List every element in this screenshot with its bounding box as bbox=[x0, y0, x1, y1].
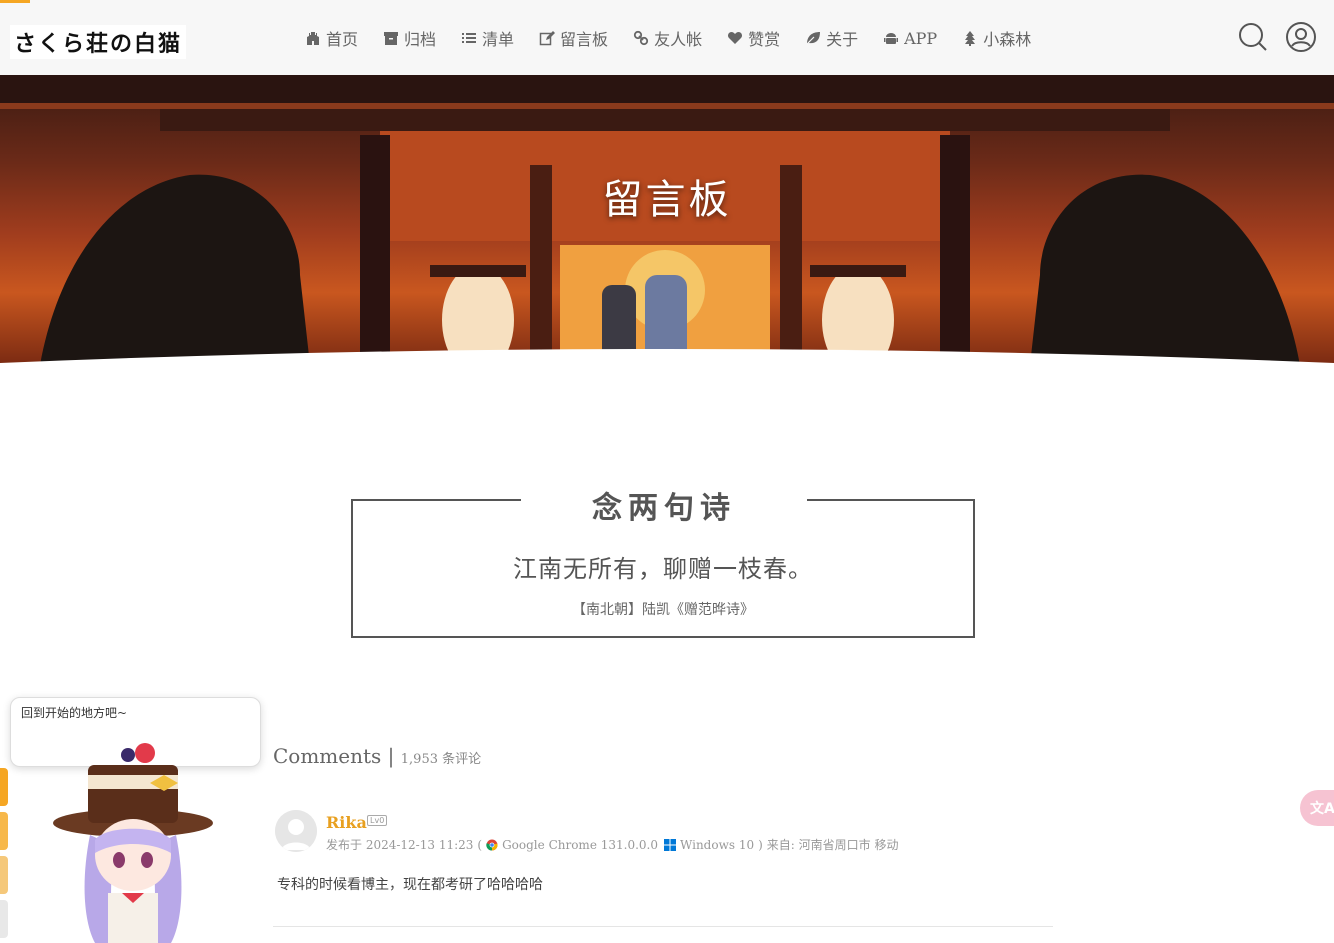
heart-icon bbox=[727, 30, 743, 46]
link-icon bbox=[633, 30, 649, 46]
comment-location: 来自: 河南省周口市 移动 bbox=[766, 838, 899, 852]
windows-icon bbox=[663, 838, 676, 851]
comment-date: 发布于 2024-12-13 11:23 bbox=[326, 838, 474, 852]
poem-box: 念两句诗 江南无所有，聊赠一枝春。 【南北朝】陆凯《赠范晔诗》 bbox=[351, 483, 975, 638]
nav-label: 清单 bbox=[482, 30, 515, 49]
side-tabs bbox=[0, 768, 8, 943]
avatar[interactable] bbox=[275, 810, 317, 852]
search-icon[interactable] bbox=[1238, 22, 1268, 52]
comment-author[interactable]: Rika bbox=[326, 813, 367, 832]
site-logo[interactable]: さくら荘の白猫 bbox=[10, 25, 187, 59]
user-icon[interactable] bbox=[1286, 22, 1316, 52]
nav-item-home[interactable]: 首页 bbox=[305, 26, 358, 50]
page-title: 留言板 bbox=[602, 177, 732, 223]
mascot-character[interactable] bbox=[50, 735, 220, 943]
side-tab-3[interactable] bbox=[0, 856, 8, 894]
nav-label: 友人帐 bbox=[654, 30, 703, 49]
nav-item-list[interactable]: 清单 bbox=[461, 26, 514, 50]
android-icon bbox=[883, 30, 899, 46]
comment-text: 专科的时候看博主，现在都考研了哈哈哈哈 bbox=[277, 877, 543, 893]
comments-title: Comments bbox=[273, 744, 382, 768]
nav-label: 关于 bbox=[826, 30, 859, 49]
archive-icon bbox=[383, 30, 399, 46]
translate-label: 文A bbox=[1310, 801, 1334, 817]
nav-label: 首页 bbox=[326, 30, 359, 49]
comment-meta-paren-open: ( bbox=[477, 837, 483, 852]
poem-line: 江南无所有，聊赠一枝春。 bbox=[513, 555, 813, 583]
comments-header: Comments | 1,953 条评论 bbox=[273, 744, 481, 768]
side-tab-2[interactable] bbox=[0, 812, 8, 850]
nav-item-guestbook[interactable]: 留言板 bbox=[539, 26, 608, 50]
poem-source: 【南北朝】陆凯《赠范晔诗》 bbox=[572, 602, 754, 618]
nav-item-app[interactable]: APP bbox=[883, 26, 937, 50]
edit-icon bbox=[539, 30, 556, 46]
nav-item-archive[interactable]: 归档 bbox=[383, 26, 436, 50]
nav-label: 留言板 bbox=[560, 30, 609, 49]
tree-icon bbox=[962, 30, 978, 46]
nav-item-friends[interactable]: 友人帐 bbox=[633, 26, 702, 50]
comments-separator: | bbox=[387, 744, 395, 768]
site-header: さくら荘の白猫 首页 归档 清单 留言板 友人帐 赞赏 关于 APP 小森林 bbox=[0, 0, 1334, 75]
nav-label: APP bbox=[904, 28, 938, 48]
user-level-badge: Lv0 bbox=[367, 815, 388, 826]
side-tab-1[interactable] bbox=[0, 768, 8, 806]
main-nav: 首页 归档 清单 留言板 友人帐 赞赏 关于 APP 小森林 bbox=[305, 26, 1056, 50]
list-icon bbox=[461, 30, 477, 46]
comment-meta-paren-close: ) bbox=[758, 837, 763, 852]
nav-label: 赞赏 bbox=[748, 30, 781, 49]
mascot-speech-text: 回到开始的地方吧~ bbox=[21, 706, 128, 720]
scroll-progress-bar bbox=[0, 0, 30, 3]
leaf-icon bbox=[805, 30, 821, 46]
chrome-icon bbox=[486, 839, 498, 851]
comment-browser: Google Chrome 131.0.0.0 bbox=[502, 837, 658, 852]
nav-label: 小森林 bbox=[983, 30, 1032, 49]
comments-count: 1,953 条评论 bbox=[400, 752, 482, 767]
poem-heading: 念两句诗 bbox=[521, 483, 807, 527]
nav-item-forest[interactable]: 小森林 bbox=[962, 26, 1031, 50]
comment-meta: 发布于 2024-12-13 11:23 ( Google Chrome 131… bbox=[326, 836, 898, 853]
nav-label: 归档 bbox=[404, 30, 437, 49]
translate-button[interactable]: 文A bbox=[1300, 790, 1334, 826]
comment-divider bbox=[273, 926, 1053, 927]
page-banner: 留言板 bbox=[0, 75, 1334, 365]
side-tab-4[interactable] bbox=[0, 900, 8, 938]
nav-item-donate[interactable]: 赞赏 bbox=[727, 26, 780, 50]
castle-icon bbox=[305, 30, 321, 46]
comment-os: Windows 10 bbox=[679, 837, 755, 852]
nav-item-about[interactable]: 关于 bbox=[805, 26, 858, 50]
